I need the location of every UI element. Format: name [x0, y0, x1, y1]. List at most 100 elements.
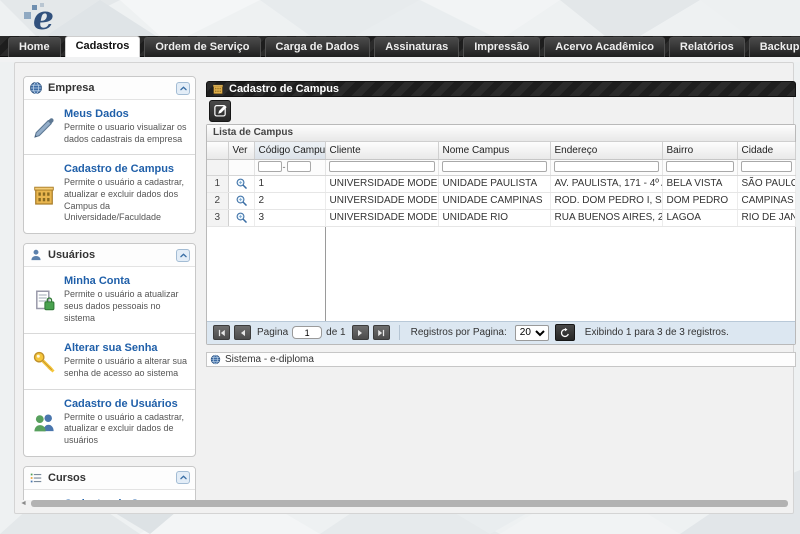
item-link[interactable]: Alterar sua Senha	[64, 342, 189, 354]
col-cidade[interactable]: Cidade	[737, 142, 796, 160]
col-cliente[interactable]: Cliente	[325, 142, 439, 160]
item-link[interactable]: Cadastro de Campus	[64, 163, 189, 175]
table-row[interactable]: 22UNIVERSIDADE MODELOUNIDADE CAMPINASROD…	[207, 192, 796, 210]
cell-nome-campus: UNIDADE PAULISTA	[438, 175, 551, 193]
cell-cidade: SÃO PAULO	[737, 175, 796, 193]
scroll-left-icon[interactable]: ◄	[20, 500, 27, 507]
cell-bairro: LAGOA	[662, 209, 738, 227]
filter-bairro	[662, 159, 738, 176]
cell-codigo: 2	[254, 192, 326, 210]
filter-bairro-input[interactable]	[665, 161, 734, 173]
filter-cidade-input[interactable]	[740, 161, 792, 173]
row-number: 3	[207, 209, 229, 227]
last-page-button[interactable]	[372, 325, 390, 340]
page-number-input[interactable]	[292, 326, 323, 339]
globe-icon	[29, 81, 43, 95]
globe-icon	[210, 354, 221, 365]
cell-cidade: RIO DE JANEIRO	[737, 209, 796, 227]
filter-row: -	[207, 159, 796, 176]
filter-gutter	[207, 159, 229, 176]
table-row[interactable]: 33UNIVERSIDADE MODELOUNIDADE RIORUA BUEN…	[207, 209, 796, 227]
horizontal-scrollbar[interactable]: ◄	[18, 499, 790, 509]
tab-carga-de-dados[interactable]: Carga de Dados	[264, 37, 371, 57]
filter-endereco-input[interactable]	[553, 161, 659, 173]
filter-codigo-to-input[interactable]	[286, 161, 311, 173]
cell-ver	[228, 192, 255, 210]
tab-ordem-de-servic-o[interactable]: Ordem de Serviço	[144, 37, 261, 57]
tab-assinaturas[interactable]: Assinaturas	[374, 37, 460, 57]
sidebar-item-alterar-sua-senha[interactable]: Alterar sua Senha Permite o usuário a alt…	[24, 333, 195, 388]
panel-titlebar: Cadastro de Campus	[206, 81, 796, 97]
col-bairro[interactable]: Bairro	[662, 142, 738, 160]
refresh-button[interactable]	[554, 324, 575, 341]
sidebar-item-meus-dados[interactable]: Meus Dados Permite o usuario visualizar o…	[24, 100, 195, 154]
item-link[interactable]: Cadastro de Usuários	[64, 398, 189, 410]
filter-endereco	[550, 159, 663, 176]
tab-relato-rios[interactable]: Relatórios	[668, 37, 745, 57]
sidebar-section-usua-rios: Usuários Minha Conta Permite o usuário a a…	[23, 243, 196, 457]
page-of-label: de 1	[326, 327, 346, 338]
user-icon	[29, 248, 43, 262]
row-number: 1	[207, 175, 229, 193]
collapse-button[interactable]	[176, 248, 190, 262]
tab-impressa-o[interactable]: Impressão	[463, 37, 541, 57]
sidebar: Empresa Meus Dados Permite o usuario visua…	[23, 76, 196, 500]
filter-codigo-from-input[interactable]	[257, 161, 282, 173]
view-button[interactable]	[234, 193, 249, 208]
col-nome-campus[interactable]: Nome Campus	[438, 142, 551, 160]
item-desc: Permite o usuário a cadastrar, atualizar…	[64, 411, 185, 445]
item-link[interactable]: Meus Dados	[64, 108, 189, 120]
cell-cidade: CAMPINAS	[737, 192, 796, 210]
cell-endereco: AV. PAULISTA, 171 - 4º ANDAR	[550, 175, 663, 193]
edit-button[interactable]	[209, 99, 231, 122]
item-desc: Permite o usuário a cadastrar, atualizar…	[64, 177, 185, 223]
users-icon	[32, 400, 56, 447]
cell-endereco: RUA BUENOS AIRES, 283	[550, 209, 663, 227]
table-row[interactable]: 11UNIVERSIDADE MODELOUNIDADE PAULISTAAV.…	[207, 175, 796, 193]
refresh-icon	[559, 327, 571, 339]
tab-home[interactable]: Home	[8, 37, 61, 57]
per-page-select[interactable]: 20	[514, 324, 549, 341]
filter-cliente-input[interactable]	[328, 161, 435, 173]
first-page-icon	[217, 328, 227, 338]
collapse-button[interactable]	[176, 81, 190, 95]
grid-caption: Lista de Campus	[207, 125, 795, 142]
sidebar-section-cursos: CursosCadastro de CursosPermite o usuári…	[23, 465, 196, 500]
app-logo: e	[22, 0, 82, 38]
cell-cliente: UNIVERSIDADE MODELO	[324, 192, 439, 210]
sidebar-item-cadastro-de-campus[interactable]: Cadastro de Campus Permite o usuário a ca…	[24, 154, 195, 233]
section-title: Empresa	[48, 82, 95, 94]
view-button[interactable]	[234, 210, 249, 225]
per-page-label: Registros por Pagina:	[410, 327, 507, 338]
sidebar-section-empresa: Empresa Meus Dados Permite o usuario visua…	[23, 76, 196, 235]
prev-page-button[interactable]	[234, 325, 251, 340]
toolbar	[206, 97, 796, 124]
first-page-button[interactable]	[213, 325, 230, 340]
tab-acervo-acade-mico[interactable]: Acervo Acadêmico	[544, 37, 665, 57]
collapse-button[interactable]	[176, 471, 190, 485]
item-desc: Permite o usuário a alterar sua senha de…	[64, 356, 188, 378]
filter-nome-campus-input[interactable]	[441, 161, 547, 173]
cell-cliente: UNIVERSIDADE MODELO	[324, 209, 439, 227]
item-link[interactable]: Minha Conta	[64, 275, 189, 287]
view-button[interactable]	[234, 176, 249, 191]
cell-nome-campus: UNIDADE CAMPINAS	[438, 192, 551, 210]
tab-cadastros[interactable]: Cadastros	[64, 36, 141, 57]
col-endereco[interactable]: Endereço	[550, 142, 663, 160]
building-icon	[212, 83, 224, 95]
campus-grid: Lista de Campus Ver Código Campus▲ Clien…	[206, 124, 796, 345]
col-ver[interactable]: Ver	[228, 142, 255, 160]
list-icon	[29, 471, 43, 485]
sidebar-item-cadastro-de-usua-rios[interactable]: Cadastro de Usuários Permite o usuário a …	[24, 388, 195, 456]
tab-backup[interactable]: Backup	[748, 37, 800, 57]
key-icon	[32, 344, 56, 379]
scrollbar-thumb[interactable]	[31, 500, 788, 507]
header-row: Ver Código Campus▲ Cliente Nome Campus E…	[207, 142, 796, 160]
pencil-icon	[32, 110, 56, 145]
next-page-button[interactable]	[351, 325, 369, 340]
magnifier-icon	[235, 211, 248, 224]
col-codigo-campus[interactable]: Código Campus▲	[254, 142, 326, 160]
section-header-empresa: Empresa	[24, 77, 195, 100]
sidebar-item-minha-conta[interactable]: Minha Conta Permite o usuário a atualizar…	[24, 267, 195, 333]
main-panel: Cadastro de Campus Lista de Campus Ver C…	[206, 81, 796, 367]
